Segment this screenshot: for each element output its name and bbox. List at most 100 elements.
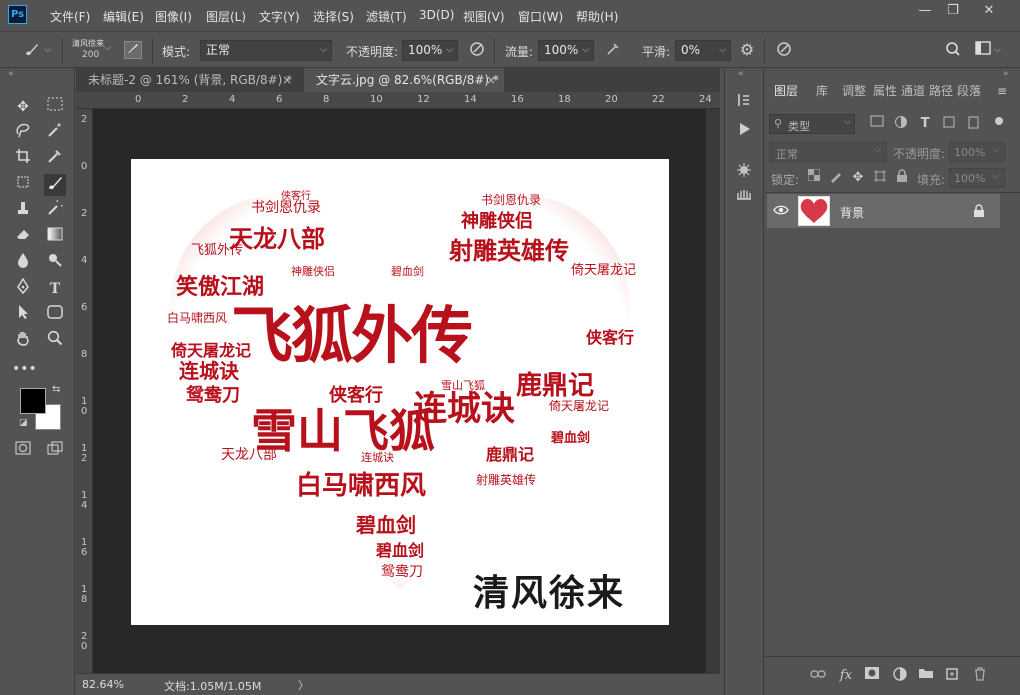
menu-image[interactable]: 图像(I) xyxy=(155,8,192,25)
brush-settings-panel-icon[interactable] xyxy=(124,41,142,59)
add-mask-icon[interactable] xyxy=(863,667,881,685)
close-icon[interactable]: × xyxy=(486,68,496,92)
menu-select[interactable]: 选择(S) xyxy=(313,8,354,25)
lock-all-icon[interactable] xyxy=(893,169,911,187)
layer-name[interactable]: 背景 xyxy=(840,204,864,221)
default-colors-icon[interactable]: ◪ xyxy=(19,418,28,428)
tab-paths[interactable]: 路径 xyxy=(928,78,954,104)
link-layers-icon[interactable] xyxy=(809,667,827,685)
eyedropper-tool-icon[interactable] xyxy=(44,148,66,170)
collapse-panels-icon[interactable]: » xyxy=(1003,69,1009,79)
flow-field[interactable]: 100% ⌵ xyxy=(538,40,594,61)
filter-smart-object-icon[interactable] xyxy=(964,115,982,133)
menu-edit[interactable]: 编辑(E) xyxy=(103,8,144,25)
hand-tool-icon[interactable] xyxy=(12,330,34,352)
lasso-tool-icon[interactable] xyxy=(12,122,34,144)
zoom-level[interactable]: 82.64% xyxy=(82,678,124,691)
actions-panel-icon[interactable] xyxy=(735,122,753,140)
foreground-color-swatch[interactable] xyxy=(20,388,46,414)
tab-properties[interactable]: 属性 xyxy=(872,78,898,104)
airbrush-icon[interactable] xyxy=(604,41,622,59)
lock-transparent-icon[interactable] xyxy=(805,168,823,187)
crop-tool-icon[interactable] xyxy=(12,148,34,170)
move-tool-icon[interactable]: ✥ xyxy=(12,96,34,118)
brushes-panel-icon[interactable] xyxy=(735,188,753,206)
brush-tool-icon[interactable] xyxy=(22,41,40,59)
workspace-icon[interactable] xyxy=(974,41,992,59)
filter-type-icon[interactable]: T xyxy=(916,115,934,133)
tab-wordcloud[interactable]: 文字云.jpg @ 82.6%(RGB/8#) * × xyxy=(304,68,504,92)
menu-3d[interactable]: 3D(D) xyxy=(419,8,454,22)
eye-icon[interactable] xyxy=(773,204,789,218)
more-tools-icon[interactable]: ••• xyxy=(12,358,37,380)
tool-preset-chevron-icon[interactable]: ⌵ xyxy=(44,45,51,55)
menu-file[interactable]: 文件(F) xyxy=(50,8,90,25)
new-group-icon[interactable] xyxy=(917,667,935,685)
filter-shape-icon[interactable] xyxy=(940,115,958,133)
smoothing-field[interactable]: 0% ⌵ xyxy=(675,40,731,61)
expand-icon[interactable]: « xyxy=(738,69,744,79)
layer-row-background[interactable]: 背景 xyxy=(767,194,1000,228)
swap-colors-icon[interactable]: ⇆ xyxy=(52,384,60,395)
menu-type[interactable]: 文字(Y) xyxy=(259,8,300,25)
quick-mask-icon[interactable] xyxy=(12,440,34,462)
search-icon[interactable] xyxy=(944,41,962,59)
path-selection-tool-icon[interactable] xyxy=(12,304,34,326)
fill-field[interactable]: 100% ⌵ xyxy=(949,168,1005,188)
frame-tool-icon[interactable] xyxy=(12,174,34,196)
lock-image-icon[interactable] xyxy=(827,169,845,187)
brush-settings-panel-icon[interactable] xyxy=(735,162,753,180)
pressure-size-icon[interactable] xyxy=(775,41,793,59)
lock-artboard-icon[interactable] xyxy=(871,169,889,187)
clone-stamp-tool-icon[interactable] xyxy=(12,200,34,222)
pen-tool-icon[interactable] xyxy=(12,277,34,300)
gear-icon[interactable]: ⚙ xyxy=(738,41,756,59)
gradient-tool-icon[interactable] xyxy=(44,226,66,248)
screen-mode-icon[interactable] xyxy=(44,440,66,462)
trash-icon[interactable] xyxy=(971,667,989,685)
menu-filter[interactable]: 滤镜(T) xyxy=(366,8,407,25)
zoom-tool-icon[interactable] xyxy=(44,330,66,352)
filter-adjustment-icon[interactable] xyxy=(892,115,910,133)
layer-filter-select[interactable]: ⚲ 类型 ⌵ xyxy=(769,114,855,134)
tab-untitled-2[interactable]: 未标题-2 @ 161% (背景, RGB/8#) * × xyxy=(76,68,300,92)
opacity-field[interactable]: 100% ⌵ xyxy=(402,40,458,61)
brush-tool-icon[interactable] xyxy=(44,174,66,196)
restore-button[interactable]: ❐ xyxy=(939,2,967,20)
filter-pixel-icon[interactable] xyxy=(868,115,886,133)
document-canvas[interactable]: 侠客行 书剑恩仇录 书剑恩仇录 神雕侠侣 天龙八部 射雕英雄传 飞狐外传 倚天屠… xyxy=(131,159,669,625)
type-tool-icon[interactable]: T xyxy=(44,278,66,300)
menu-window[interactable]: 窗口(W) xyxy=(518,8,563,25)
panel-menu-icon[interactable]: ≡ xyxy=(997,84,1007,98)
blend-mode-select[interactable]: 正常 ⌵ xyxy=(200,40,332,61)
eraser-tool-icon[interactable] xyxy=(12,226,34,248)
workspace-chevron-icon[interactable]: ⌵ xyxy=(994,45,1001,55)
menu-layer[interactable]: 图层(L) xyxy=(206,8,246,25)
menu-view[interactable]: 视图(V) xyxy=(463,8,505,25)
close-icon[interactable]: × xyxy=(282,68,292,92)
brush-picker-chevron-icon[interactable]: ⌵ xyxy=(104,43,111,53)
layer-opacity-field[interactable]: 100% ⌵ xyxy=(949,142,1005,162)
tab-channels[interactable]: 通道 xyxy=(900,78,926,104)
history-brush-tool-icon[interactable] xyxy=(44,197,66,222)
blur-tool-icon[interactable] xyxy=(12,252,34,274)
minimize-button[interactable]: — xyxy=(911,2,939,20)
brush-preset-picker[interactable]: 清风徐来 200 xyxy=(72,39,108,63)
vertical-scrollbar[interactable] xyxy=(706,109,720,673)
status-menu-icon[interactable]: 〉 xyxy=(298,677,309,693)
marquee-tool-icon[interactable] xyxy=(44,96,66,118)
tab-adjustments[interactable]: 调整 xyxy=(841,78,867,104)
close-window-button[interactable]: ✕ xyxy=(975,2,1003,20)
tab-libraries[interactable]: 库 xyxy=(809,78,835,104)
filter-toggle[interactable] xyxy=(995,117,1003,125)
menu-help[interactable]: 帮助(H) xyxy=(576,8,618,25)
dodge-tool-icon[interactable] xyxy=(44,252,66,274)
history-panel-icon[interactable] xyxy=(735,92,753,110)
collapse-icon[interactable]: « xyxy=(8,69,14,79)
magic-wand-tool-icon[interactable] xyxy=(44,122,66,144)
lock-position-icon[interactable]: ✥ xyxy=(849,169,867,187)
new-layer-icon[interactable] xyxy=(943,667,961,685)
adjustment-layer-icon[interactable] xyxy=(891,667,909,685)
tab-layers[interactable]: 图层 xyxy=(767,78,805,104)
rectangle-tool-icon[interactable] xyxy=(44,304,66,326)
